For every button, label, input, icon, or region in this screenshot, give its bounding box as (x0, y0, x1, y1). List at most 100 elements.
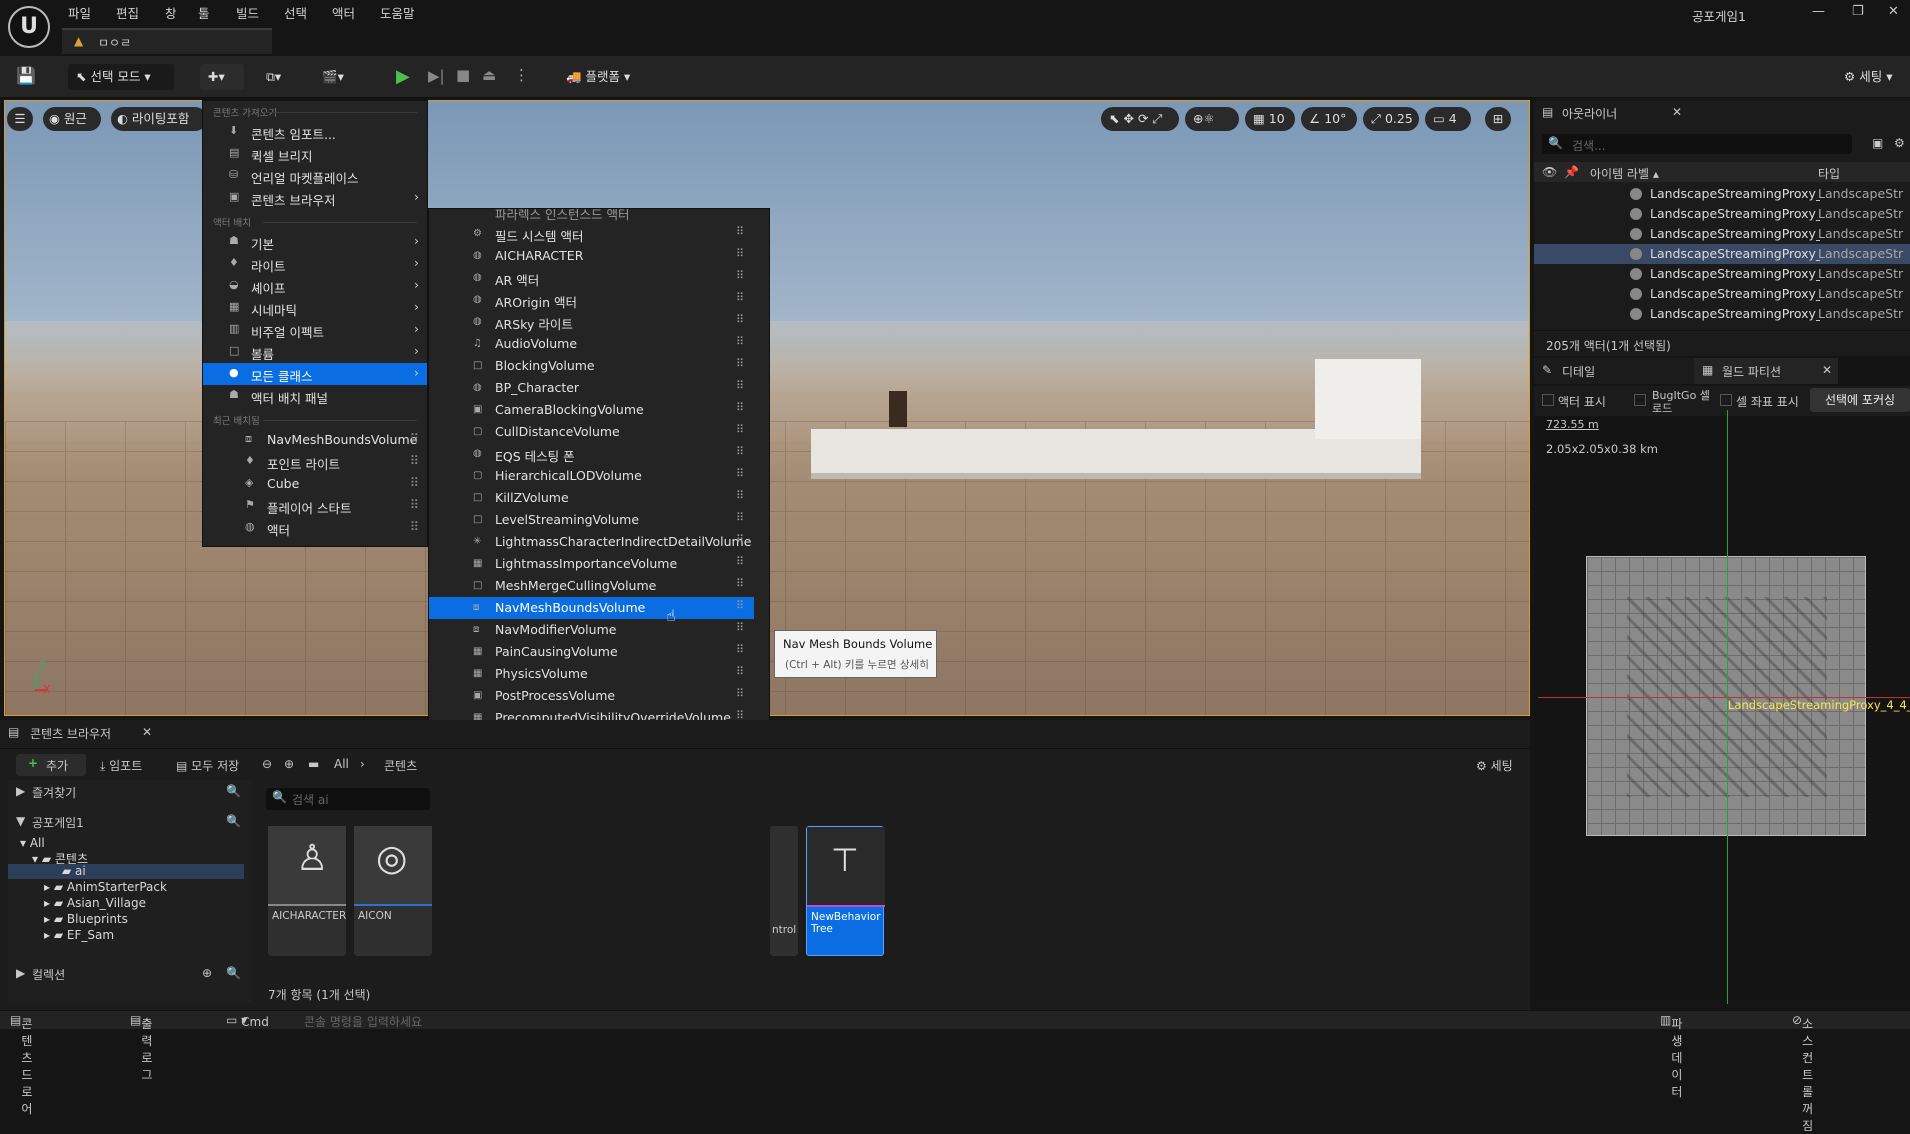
class-item[interactable]: ⧈ NavModifierVolume ⠿ (429, 619, 754, 641)
coord-tools[interactable]: ⊕⚛ (1185, 107, 1239, 131)
recent-item[interactable]: ♦ 포인트 라이트 ⠿ (203, 451, 427, 473)
level-tab[interactable]: ▲ ㅁㅇㄹ (62, 28, 272, 54)
menu-item-vfx[interactable]: ▥ 비주얼 이펙트 › (203, 319, 427, 341)
menu-actor[interactable]: 액터 (332, 3, 355, 22)
blueprint-button[interactable]: ⧉▾ (258, 64, 304, 90)
recent-item[interactable]: ◈ Cube ⠿ (203, 473, 427, 495)
expand-icon[interactable]: ▶ (16, 966, 25, 980)
play-icon[interactable]: ▶ (396, 66, 410, 87)
drag-handle-icon[interactable]: ⠿ (736, 643, 744, 656)
drag-handle-icon[interactable]: ⠿ (736, 511, 744, 524)
class-item[interactable]: □ KillZVolume ⠿ (429, 487, 754, 509)
save-all-button[interactable]: ▤ 모두 저장 (176, 757, 239, 774)
viewport-menu-button[interactable]: ☰ (7, 107, 33, 131)
drag-handle-icon[interactable]: ⠿ (736, 533, 744, 546)
content-drawer-button[interactable]: ▤ 콘텐츠 드로어 (10, 1013, 32, 1116)
derived-data-button[interactable]: ▥ 파생 데이터 (1660, 1013, 1682, 1099)
source-control-button[interactable]: ⊘ 소스 컨트롤 꺼짐 (1792, 1013, 1813, 1133)
drag-handle-icon[interactable]: ⠿ (736, 379, 744, 392)
settings-button[interactable]: ⚙ 세팅 ▾ (1836, 64, 1906, 90)
lighting-button[interactable]: ◐ 라이팅포함 (111, 107, 207, 131)
step-icon[interactable]: ▶| (428, 67, 445, 85)
drag-handle-icon[interactable]: ⠿ (736, 291, 744, 304)
class-item[interactable]: ◍ AROrigin 액터 ⠿ (429, 289, 754, 311)
focus-selection-button[interactable]: 선택에 포커싱 (1810, 388, 1910, 412)
close-tab-icon[interactable]: ✕ (142, 725, 152, 739)
cb-tab[interactable]: ▤ 콘텐츠 브라우저 ✕ (0, 720, 160, 746)
drag-handle-icon[interactable]: ⠿ (736, 335, 744, 348)
menu-item-marketplace[interactable]: ⛁ 언리얼 마켓플레이스 (203, 165, 427, 187)
tree-item[interactable]: ▸ ▰ Blueprints (44, 912, 128, 926)
bugitgo-checkbox[interactable] (1634, 394, 1646, 406)
layout-icon[interactable]: ⊞ (1485, 107, 1511, 131)
menu-select[interactable]: 선택 (284, 3, 307, 22)
drag-handle-icon[interactable]: ⠿ (410, 453, 419, 468)
class-item[interactable]: ◍ AICHARACTER ⠿ (429, 245, 754, 267)
class-item[interactable]: ✳ LightmassCharacterIndirectDetailVolume ⠿ (429, 531, 754, 553)
add-folder-icon[interactable]: ▣ (1872, 136, 1883, 150)
menu-item-shapes[interactable]: ◒ 셰이프 › (203, 275, 427, 297)
tree-item-all[interactable]: ▾ All (20, 836, 45, 850)
tree-item-ai[interactable]: ▰ ai (8, 864, 244, 879)
stop-icon[interactable]: ■ (456, 66, 470, 84)
menu-file[interactable]: 파일 (68, 3, 91, 22)
menu-item-basic[interactable]: ☗ 기본 › (203, 231, 427, 253)
asset-search-input[interactable]: 🔍 검색 ai (266, 788, 430, 810)
maximize-icon[interactable]: ❐ (1852, 4, 1864, 19)
drag-handle-icon[interactable]: ⠿ (736, 489, 744, 502)
outliner-search-input[interactable]: 🔍 검색... (1542, 134, 1852, 154)
perspective-button[interactable]: ◉ 원근 (43, 107, 101, 131)
class-item[interactable]: □ LevelStreamingVolume ⠿ (429, 509, 754, 531)
drag-handle-icon[interactable]: ⠿ (736, 555, 744, 568)
save-icon[interactable]: 💾 (16, 66, 36, 85)
drag-handle-icon[interactable]: ⠿ (736, 687, 744, 700)
platform-button[interactable]: 🚚 플랫폼 ▾ (558, 64, 640, 90)
drag-handle-icon[interactable]: ⠿ (736, 269, 744, 282)
class-item[interactable]: ◍ AR 액터 ⠿ (429, 267, 754, 289)
outliner-settings-icon[interactable]: ⚙ (1894, 136, 1905, 150)
recent-item[interactable]: ⚑ 플레이어 스타트 ⠿ (203, 495, 427, 517)
menu-build[interactable]: 빌드 (236, 3, 259, 22)
drag-handle-icon[interactable]: ⠿ (736, 401, 744, 414)
drag-handle-icon[interactable]: ⠿ (410, 475, 419, 490)
outliner-row[interactable]: LandscapeStreamingProxy_ LandscapeStr (1534, 244, 1910, 264)
class-item[interactable]: □ MeshMergeCullingVolume ⠿ (429, 575, 754, 597)
class-item[interactable]: ▢ CullDistanceVolume ⠿ (429, 421, 754, 443)
drag-handle-icon[interactable]: ⠿ (410, 431, 419, 446)
class-item[interactable]: ▣ CameraBlockingVolume ⠿ (429, 399, 754, 421)
back-icon[interactable]: ⊖ (262, 757, 272, 771)
tree-item[interactable]: ▸ ▰ Asian_Village (44, 896, 146, 910)
class-item[interactable]: ▦ PhysicsVolume ⠿ (429, 663, 754, 685)
drag-handle-icon[interactable]: ⠿ (736, 357, 744, 370)
col-item-label[interactable]: 아이템 라벨 ▴ (1590, 165, 1659, 182)
menu-item-content-browser[interactable]: ▣ 콘텐츠 브라우저 › (203, 187, 427, 209)
drag-handle-icon[interactable]: ⠿ (736, 313, 744, 326)
asset-tile[interactable]: ◎ AICON (354, 826, 432, 956)
minimize-icon[interactable]: — (1812, 4, 1825, 19)
drag-handle-icon[interactable]: ⠿ (736, 621, 744, 634)
menu-item-cinematic[interactable]: ▦ 시네마틱 › (203, 297, 427, 319)
search-icon[interactable]: 🔍 (226, 966, 241, 980)
output-log-button[interactable]: ▤ 출력 로그 (130, 1013, 152, 1082)
drag-handle-icon[interactable]: ⠿ (736, 599, 744, 612)
breadcrumb-all[interactable]: All (334, 757, 349, 771)
drag-handle-icon[interactable]: ⠿ (736, 445, 744, 458)
drag-handle-icon[interactable]: ⠿ (410, 519, 419, 534)
close-icon[interactable]: ✕ (1888, 4, 1899, 19)
collapse-icon[interactable]: ▼ (16, 814, 25, 828)
class-item[interactable]: ◍ EQS 테스팅 폰 ⠿ (429, 443, 754, 465)
add-collection-icon[interactable]: ⊕ (202, 966, 212, 980)
add-actor-button[interactable]: ✚▾ (200, 64, 244, 90)
menu-item-volumes[interactable]: □ 볼륨 › (203, 341, 427, 363)
mode-select-button[interactable]: ⬉ 선택 모드 ▾ (68, 64, 174, 90)
forward-icon[interactable]: ⊕ (284, 757, 294, 771)
console-input[interactable]: 콘솔 명령을 입력하세요 (304, 1013, 422, 1030)
col-type[interactable]: 타입 (1818, 165, 1840, 182)
drag-handle-icon[interactable]: ⠿ (736, 577, 744, 590)
camera-speed-button[interactable]: ▭ 4 (1425, 107, 1471, 131)
drag-handle-icon[interactable]: ⠿ (736, 247, 744, 260)
outliner-tab[interactable]: ▤ 아웃라이너 ✕ (1534, 100, 1684, 126)
outliner-row[interactable]: LandscapeStreamingProxy_ LandscapeStr (1534, 204, 1910, 224)
cmd-button[interactable]: ▭ Cmd ▾ (226, 1013, 269, 1029)
recent-item[interactable]: ⧈ NavMeshBoundsVolume ⠿ (203, 429, 427, 451)
